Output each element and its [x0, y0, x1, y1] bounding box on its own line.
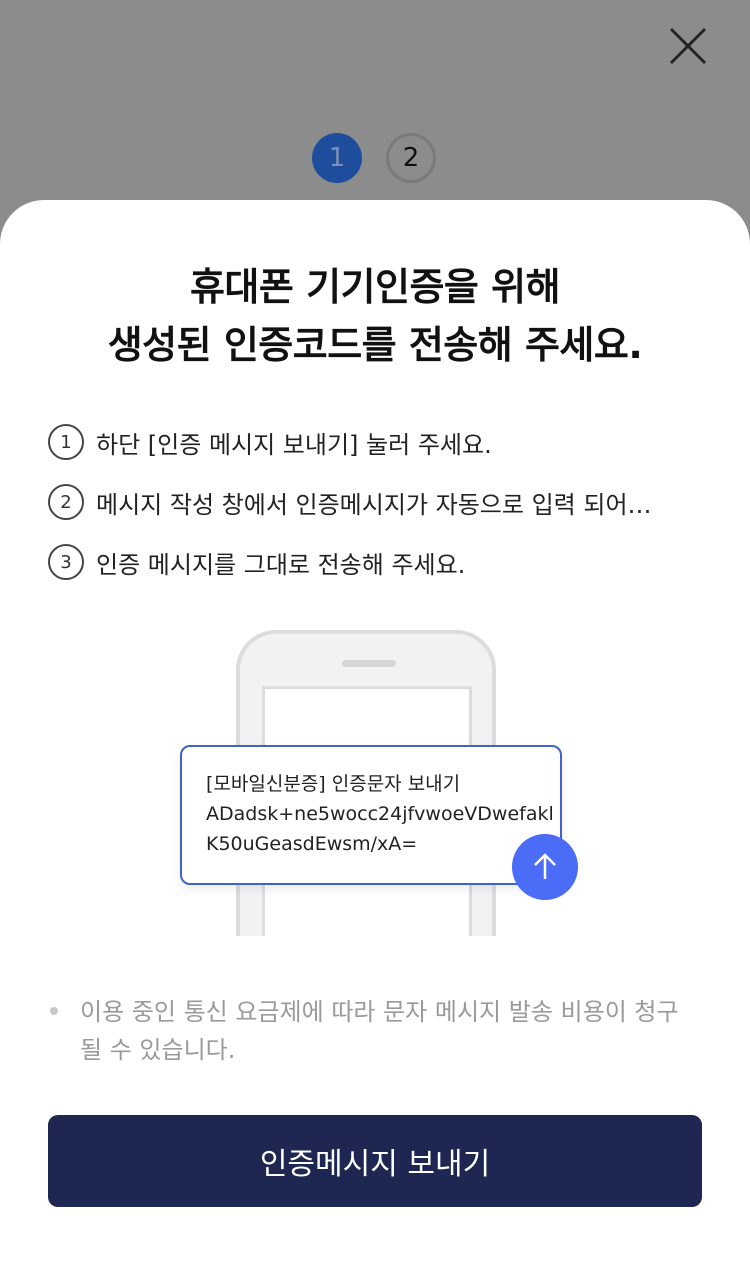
- step-number-icon: 1: [48, 424, 84, 460]
- instruction-text: 하단 [인증 메시지 보내기] 눌러 주세요.: [96, 430, 492, 459]
- step-number-icon: 3: [48, 544, 84, 580]
- close-button[interactable]: [664, 22, 712, 70]
- instruction-list: 1 하단 [인증 메시지 보내기] 눌러 주세요. 2 메시지 작성 창에서 인…: [48, 424, 708, 604]
- instruction-text: 메시지 작성 창에서 인증메시지가 자동으로 입력 되어…: [96, 490, 652, 519]
- instruction-item: 3 인증 메시지를 그대로 전송해 주세요.: [48, 544, 708, 580]
- dimmed-backdrop: [0, 0, 750, 230]
- send-verification-message-button[interactable]: 인증메시지 보내기: [48, 1115, 702, 1207]
- arrow-up-icon: [534, 853, 556, 879]
- phone-speaker: [342, 660, 396, 667]
- bottom-sheet: 휴대폰 기기인증을 위해 생성된 인증코드를 전송해 주세요. 1 하단 [인증…: [0, 200, 750, 1275]
- step-1: 1: [312, 133, 362, 183]
- message-line-3: K50uGeasdEwsm/xA=: [206, 833, 418, 855]
- title-line-2: 생성된 인증코드를 전송해 주세요.: [107, 323, 643, 367]
- message-line-1: [모바일신분증] 인증문자 보내기: [206, 773, 461, 795]
- message-line-2: ADadsk+ne5wocc24jfvwoeVDwefakl: [206, 803, 554, 825]
- close-icon: [669, 27, 707, 65]
- instruction-item: 1 하단 [인증 메시지 보내기] 눌러 주세요.: [48, 424, 708, 460]
- page-title: 휴대폰 기기인증을 위해 생성된 인증코드를 전송해 주세요.: [0, 258, 750, 374]
- notice-text: 이용 중인 통신 요금제에 따라 문자 메시지 발송 비용이 청구 될 수 있습…: [80, 998, 679, 1064]
- step-number-icon: 2: [48, 484, 84, 520]
- bullet-icon: [50, 1007, 58, 1015]
- title-line-1: 휴대폰 기기인증을 위해: [189, 265, 561, 309]
- step-2: 2: [386, 133, 436, 183]
- instruction-item: 2 메시지 작성 창에서 인증메시지가 자동으로 입력 되어…: [48, 484, 708, 520]
- step-indicator: 1 2: [312, 133, 436, 183]
- message-preview-card: [모바일신분증] 인증문자 보내기 ADadsk+ne5wocc24jfvwoe…: [180, 745, 562, 885]
- instruction-text: 인증 메시지를 그대로 전송해 주세요.: [96, 550, 466, 579]
- cost-notice: 이용 중인 통신 요금제에 따라 문자 메시지 발송 비용이 청구 될 수 있습…: [50, 993, 710, 1069]
- send-illustration-button: [512, 834, 578, 900]
